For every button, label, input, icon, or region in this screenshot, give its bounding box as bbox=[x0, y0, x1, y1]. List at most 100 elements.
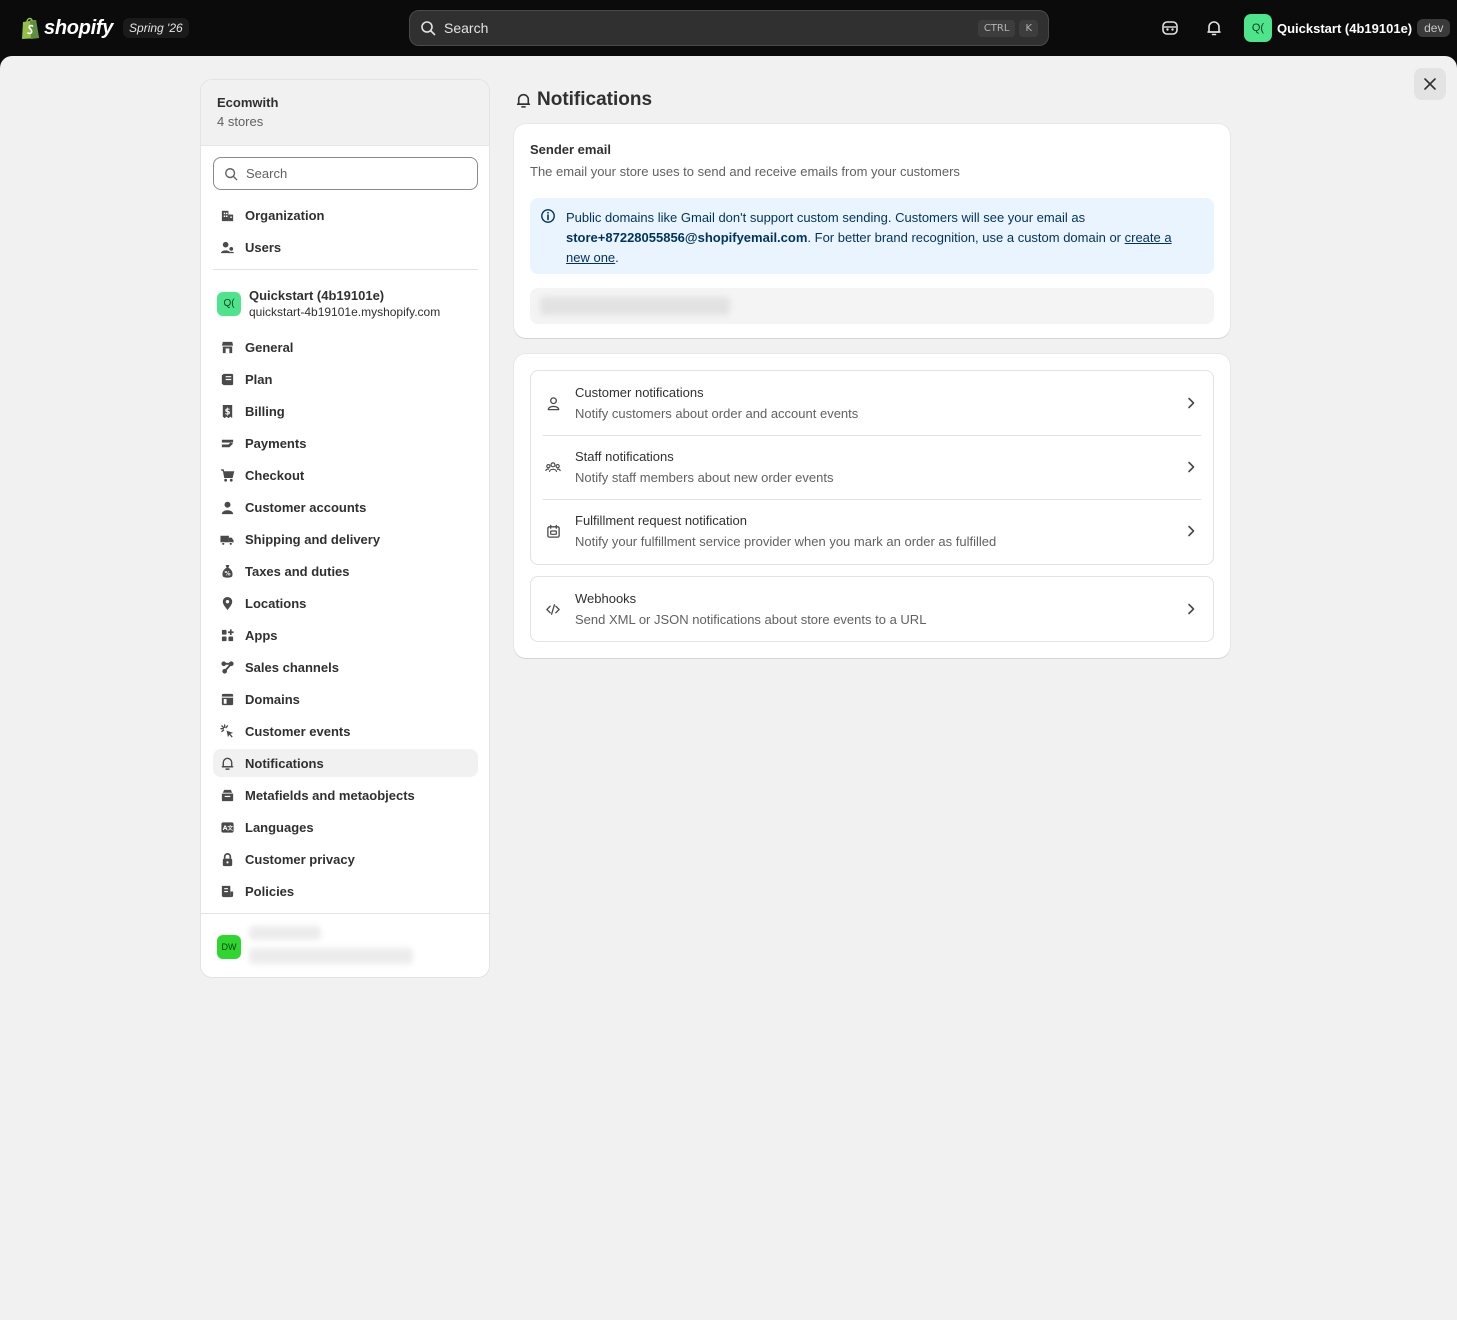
sidebar-item-metafields[interactable]: Metafields and metaobjects bbox=[213, 781, 478, 809]
sidebar-item-organization[interactable]: Organization bbox=[213, 201, 478, 229]
edition-badge[interactable]: Spring '26 bbox=[123, 18, 189, 38]
kbd-k: K bbox=[1019, 19, 1038, 37]
store-avatar: Q( bbox=[217, 291, 241, 316]
plan-icon bbox=[219, 371, 235, 387]
other-store-avatar: DW bbox=[217, 935, 241, 959]
dev-badge: dev bbox=[1417, 19, 1451, 37]
sidebar-item-general[interactable]: General bbox=[213, 333, 478, 361]
organization-icon bbox=[219, 207, 235, 223]
fulfillment-icon bbox=[545, 523, 561, 539]
redacted-store-name bbox=[249, 926, 321, 940]
cart-icon bbox=[219, 467, 235, 483]
sidekick-button[interactable] bbox=[1159, 17, 1181, 39]
customer-notifications-row[interactable]: Customer notifications Notify customers … bbox=[531, 371, 1213, 435]
location-icon bbox=[219, 595, 235, 611]
page-title: Notifications bbox=[515, 88, 652, 112]
notifications-bell-button[interactable] bbox=[1203, 17, 1225, 39]
webhooks-list: Webhooks Send XML or JSON notifications … bbox=[530, 576, 1214, 642]
lock-icon bbox=[219, 851, 235, 867]
person-icon bbox=[219, 499, 235, 515]
sidekick-icon bbox=[1162, 21, 1178, 35]
settings-search-placeholder: Search bbox=[246, 166, 288, 181]
sidebar-item-label: Apps bbox=[245, 627, 278, 643]
sidebar-item-billing[interactable]: $ Billing bbox=[213, 397, 478, 425]
sidebar-item-shipping[interactable]: Shipping and delivery bbox=[213, 525, 478, 553]
close-icon bbox=[1424, 78, 1436, 90]
sidebar-item-label: Plan bbox=[245, 371, 273, 387]
sidebar-item-apps[interactable]: Apps bbox=[213, 621, 478, 649]
sidebar-item-plan[interactable]: Plan bbox=[213, 365, 478, 393]
store-name: Quickstart (4b19101e) bbox=[1277, 20, 1413, 36]
banner-text-part: Public domains like Gmail don't support … bbox=[566, 210, 1086, 225]
organization-store-count: 4 stores bbox=[217, 114, 264, 129]
sidebar-item-payments[interactable]: Payments bbox=[213, 429, 478, 457]
notification-list: Customer notifications Notify customers … bbox=[530, 370, 1214, 565]
row-title: Customer notifications bbox=[575, 385, 704, 400]
organization-name: Ecomwith bbox=[217, 95, 279, 110]
banner-text-part: . bbox=[615, 250, 619, 265]
sidebar-item-label: Locations bbox=[245, 595, 307, 611]
row-title: Staff notifications bbox=[575, 449, 674, 464]
sales-channels-icon bbox=[219, 659, 235, 675]
sender-email-description: The email your store uses to send and re… bbox=[530, 164, 960, 179]
staff-notifications-row[interactable]: Staff notifications Notify staff members… bbox=[531, 435, 1213, 499]
redacted-store-domain bbox=[249, 948, 413, 964]
sidebar-item-domains[interactable]: Domains bbox=[213, 685, 478, 713]
sidebar-item-label: Organization bbox=[245, 207, 325, 223]
users-icon bbox=[219, 239, 235, 255]
global-search-bar[interactable]: Search CTRL K bbox=[409, 10, 1049, 46]
tax-icon: % bbox=[219, 563, 235, 579]
apps-icon bbox=[219, 627, 235, 643]
sender-email-field-redacted[interactable] bbox=[530, 288, 1214, 324]
close-settings-button[interactable] bbox=[1414, 68, 1446, 100]
language-icon: A文 bbox=[219, 819, 235, 835]
sidebar-item-label: General bbox=[245, 339, 294, 355]
sidebar-item-label: Billing bbox=[245, 403, 285, 419]
sidebar-item-label: Taxes and duties bbox=[245, 563, 350, 579]
sidebar-item-languages[interactable]: A文 Languages bbox=[213, 813, 478, 841]
payments-icon bbox=[219, 435, 235, 451]
info-banner: Public domains like Gmail don't support … bbox=[530, 198, 1214, 274]
sidebar-item-taxes[interactable]: % Taxes and duties bbox=[213, 557, 478, 585]
chevron-right-icon bbox=[1188, 603, 1195, 615]
sidebar-item-notifications[interactable]: Notifications bbox=[213, 749, 478, 777]
bell-icon bbox=[219, 755, 235, 771]
sidebar-item-label: Customer accounts bbox=[245, 499, 367, 515]
info-banner-text: Public domains like Gmail don't support … bbox=[566, 208, 1196, 268]
settings-search-input[interactable]: Search bbox=[213, 157, 478, 190]
other-store-entry[interactable]: DW bbox=[201, 913, 489, 977]
search-icon bbox=[421, 21, 436, 36]
sidebar-item-policies[interactable]: Policies bbox=[213, 877, 478, 905]
person-outline-icon bbox=[545, 395, 561, 411]
organization-header[interactable]: Ecomwith 4 stores bbox=[201, 80, 489, 146]
sidebar-item-sales-channels[interactable]: Sales channels bbox=[213, 653, 478, 681]
shopify-wordmark: shopify bbox=[44, 16, 114, 39]
sidebar-item-customer-accounts[interactable]: Customer accounts bbox=[213, 493, 478, 521]
sidebar-item-customer-privacy[interactable]: Customer privacy bbox=[213, 845, 478, 873]
fulfillment-request-row[interactable]: Fulfillment request notification Notify … bbox=[531, 499, 1213, 563]
sidebar-item-customer-events[interactable]: Customer events bbox=[213, 717, 478, 745]
team-icon bbox=[545, 459, 561, 475]
row-title: Fulfillment request notification bbox=[575, 513, 747, 528]
sidebar-item-users[interactable]: Users bbox=[213, 233, 478, 261]
sidebar-item-label: Customer events bbox=[245, 723, 351, 739]
current-store[interactable]: Q( Quickstart (4b19101e) quickstart-4b19… bbox=[217, 288, 440, 319]
shopify-logo[interactable]: shopify Spring '26 bbox=[20, 14, 189, 42]
store-avatar: Q( bbox=[1244, 14, 1272, 42]
row-title: Webhooks bbox=[575, 591, 637, 606]
sidebar-item-locations[interactable]: Locations bbox=[213, 589, 478, 617]
sidebar-divider bbox=[213, 269, 478, 270]
metafields-icon bbox=[219, 787, 235, 803]
search-icon bbox=[225, 167, 238, 180]
webhooks-row[interactable]: Webhooks Send XML or JSON notifications … bbox=[531, 577, 1213, 641]
store-switcher[interactable]: Q( Quickstart (4b19101e) dev bbox=[1244, 14, 1451, 42]
sidebar-item-label: Payments bbox=[245, 435, 307, 451]
code-icon bbox=[545, 601, 561, 617]
truck-icon bbox=[219, 531, 235, 547]
sidebar-item-checkout[interactable]: Checkout bbox=[213, 461, 478, 489]
shopify-sender-email: store+87228055856@shopifyemail.com bbox=[566, 230, 808, 245]
domains-icon bbox=[219, 691, 235, 707]
svg-text:文: 文 bbox=[226, 823, 233, 831]
svg-text:$: $ bbox=[224, 406, 230, 416]
sidebar-item-label: Users bbox=[245, 239, 282, 255]
